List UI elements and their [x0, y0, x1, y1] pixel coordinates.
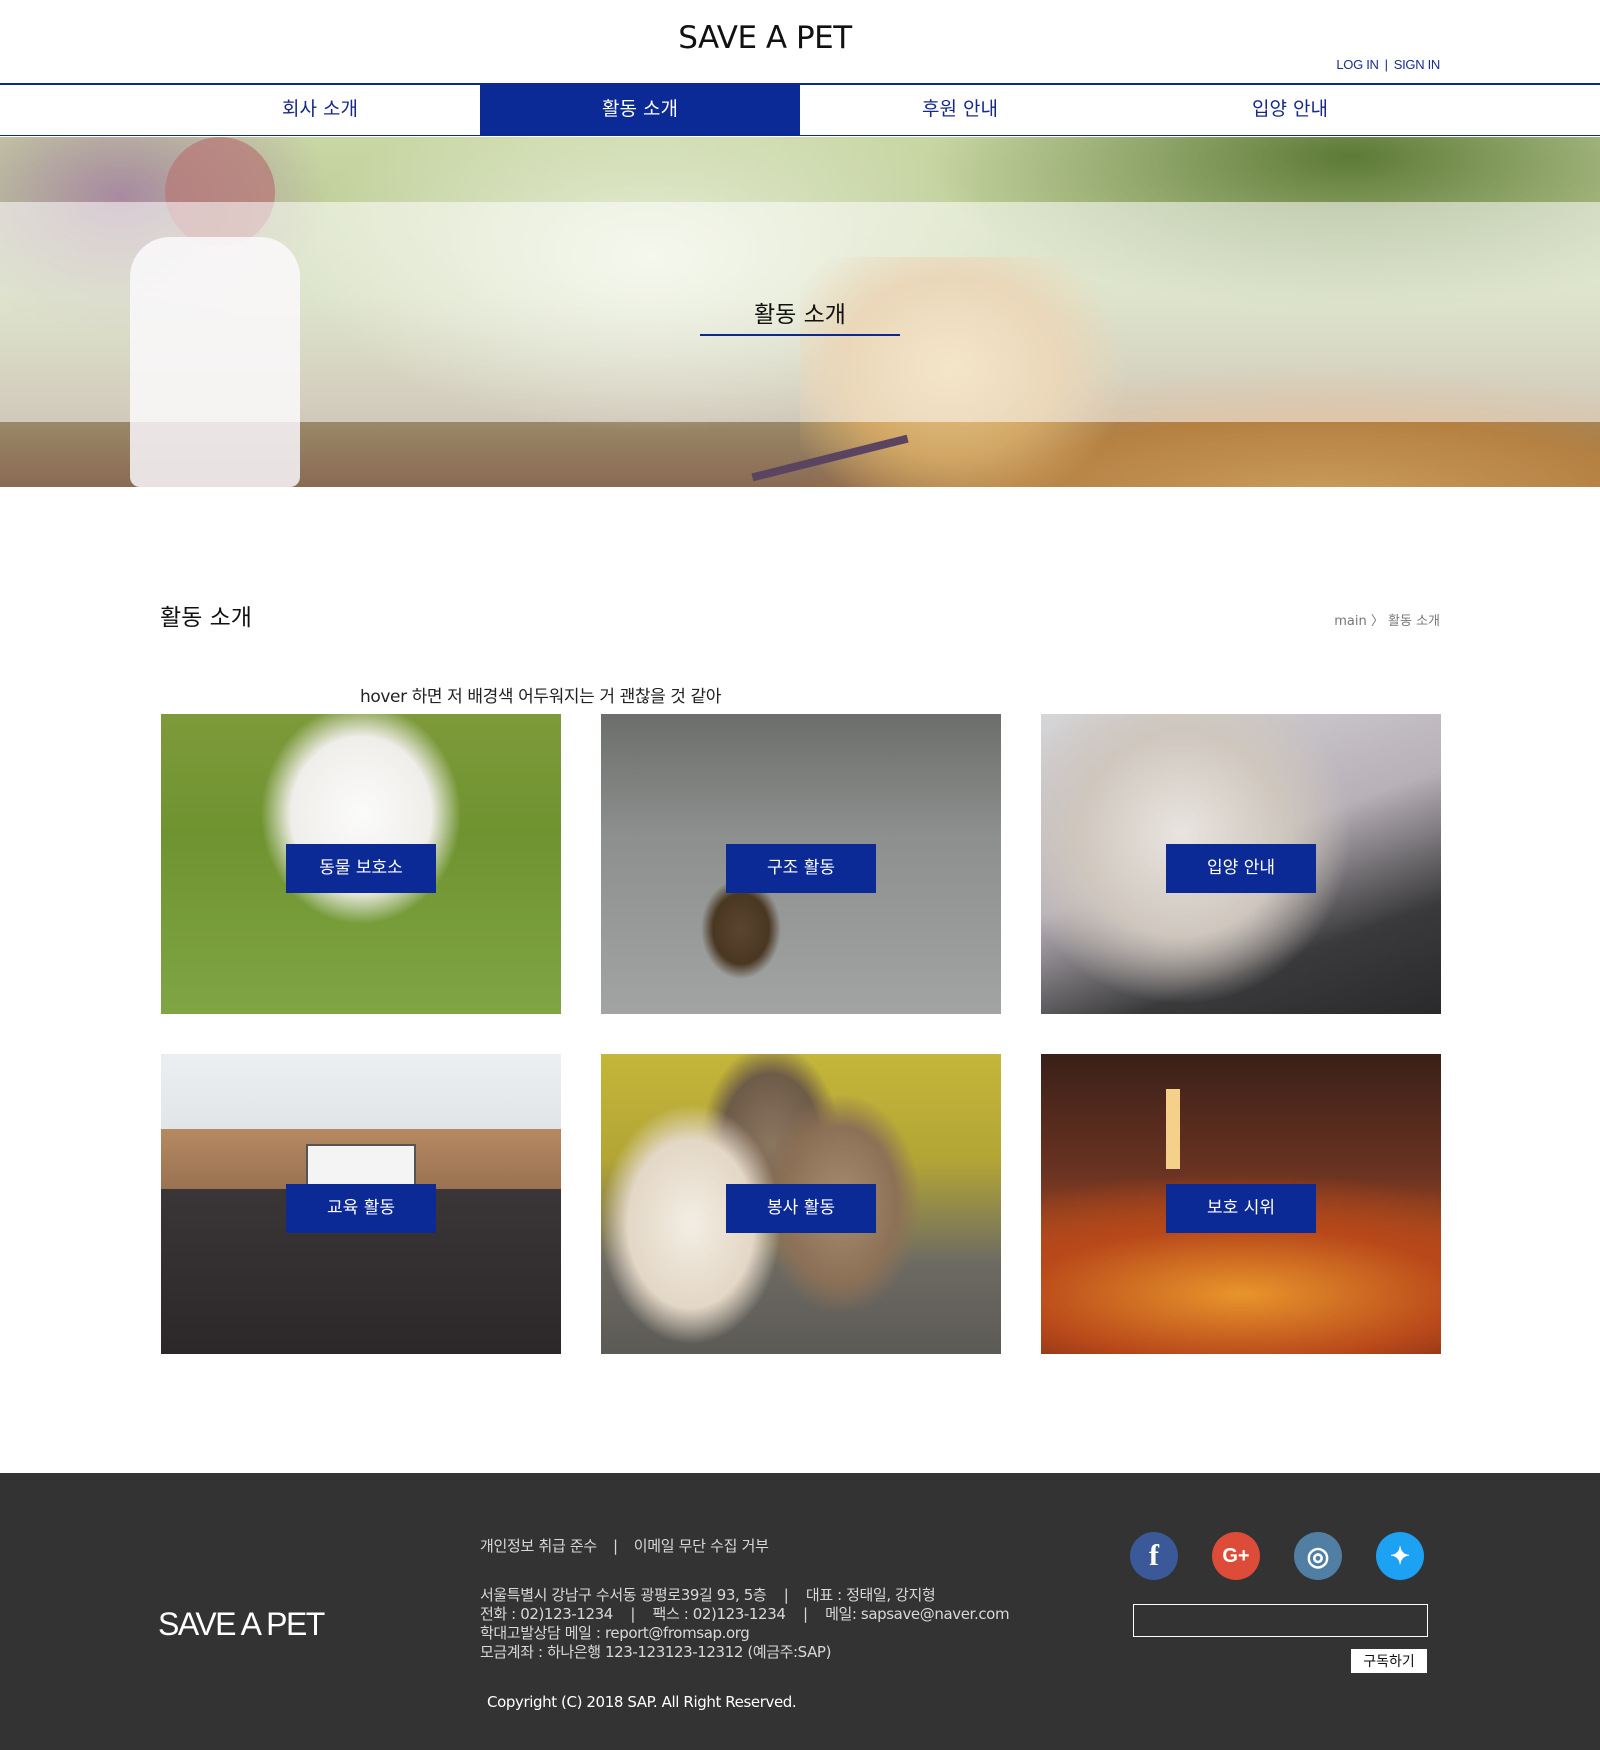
- card-rescue[interactable]: 구조 활동: [601, 714, 1001, 1014]
- subscribe-email-input[interactable]: [1133, 1604, 1428, 1637]
- footer-address: 서울특별시 강남구 수서동 광평로39길 93, 5층 | 대표 : 정태일, …: [480, 1586, 936, 1604]
- footer-logo: SAVE A PET: [158, 1606, 325, 1642]
- twitter-icon[interactable]: ✦: [1376, 1532, 1424, 1580]
- nav-item-company[interactable]: 회사 소개: [160, 85, 480, 135]
- card-protest[interactable]: 보호 시위: [1041, 1054, 1441, 1354]
- nav-item-sponsor[interactable]: 후원 안내: [800, 85, 1120, 135]
- site-logo[interactable]: SAVE A PET: [0, 20, 1530, 56]
- nav-item-adoption[interactable]: 입양 안내: [1120, 85, 1460, 135]
- breadcrumb-chevron-icon: 〉: [1370, 614, 1384, 629]
- footer: SAVE A PET 개인정보 취급 준수 | 이메일 무단 수집 거부 서울특별시…: [0, 1473, 1600, 1750]
- footer-link-separator: |: [612, 1537, 618, 1555]
- auth-links: LOG IN | SIGN IN: [1336, 57, 1440, 72]
- card-adoption[interactable]: 입양 안내: [1041, 714, 1441, 1014]
- card-volunteer[interactable]: 봉사 활동: [601, 1054, 1001, 1354]
- login-link[interactable]: LOG IN: [1336, 57, 1379, 72]
- card-label[interactable]: 동물 보호소: [286, 844, 436, 893]
- nav-item-activities[interactable]: 활동 소개: [480, 85, 800, 135]
- hero-title-underline: [700, 334, 900, 336]
- email-refusal-link[interactable]: 이메일 무단 수집 거부: [634, 1537, 769, 1555]
- breadcrumb-home[interactable]: main: [1334, 614, 1366, 629]
- hero-title: 활동 소개: [754, 302, 846, 328]
- main-nav: 회사 소개 활동 소개 후원 안내 입양 안내: [0, 83, 1600, 136]
- candlelight-tower: [1166, 1089, 1180, 1169]
- card-label[interactable]: 봉사 활동: [726, 1184, 876, 1233]
- footer-info: 서울특별시 강남구 수서동 광평로39길 93, 5층 | 대표 : 정태일, …: [480, 1586, 1010, 1662]
- breadcrumb-current: 활동 소개: [1388, 614, 1440, 629]
- card-label[interactable]: 보호 시위: [1166, 1184, 1316, 1233]
- google-plus-icon[interactable]: G+: [1212, 1532, 1260, 1580]
- breadcrumb: main 〉 활동 소개: [1334, 610, 1440, 629]
- facebook-icon[interactable]: f: [1130, 1532, 1178, 1580]
- footer-report-email: 학대고발상담 메일 : report@fromsap.org: [480, 1624, 750, 1642]
- subscribe-button[interactable]: 구독하기: [1351, 1649, 1427, 1673]
- copyright: Copyright (C) 2018 SAP. All Right Reserv…: [487, 1693, 797, 1711]
- card-label[interactable]: 구조 활동: [726, 844, 876, 893]
- signin-link[interactable]: SIGN IN: [1394, 57, 1441, 72]
- page-title: 활동 소개: [160, 605, 252, 631]
- card-label[interactable]: 입양 안내: [1166, 844, 1316, 893]
- card-education[interactable]: 교육 활동: [161, 1054, 561, 1354]
- instagram-icon[interactable]: ◎: [1294, 1532, 1342, 1580]
- footer-account: 모금계좌 : 하나은행 123-123123-12312 (예금주:SAP): [480, 1643, 832, 1661]
- design-note: hover 하면 저 배경색 어두워지는 거 괜찮을 것 같아: [360, 687, 722, 707]
- card-animal-shelter[interactable]: 동물 보호소: [161, 714, 561, 1014]
- auth-separator: |: [1384, 57, 1388, 72]
- hero-banner: 활동 소개: [0, 137, 1600, 487]
- privacy-link[interactable]: 개인정보 취급 준수: [480, 1537, 597, 1555]
- footer-links: 개인정보 취급 준수 | 이메일 무단 수집 거부: [480, 1535, 769, 1556]
- card-label[interactable]: 교육 활동: [286, 1184, 436, 1233]
- footer-contact: 전화 : 02)123-1234 | 팩스 : 02)123-1234 | 메일…: [480, 1605, 1010, 1623]
